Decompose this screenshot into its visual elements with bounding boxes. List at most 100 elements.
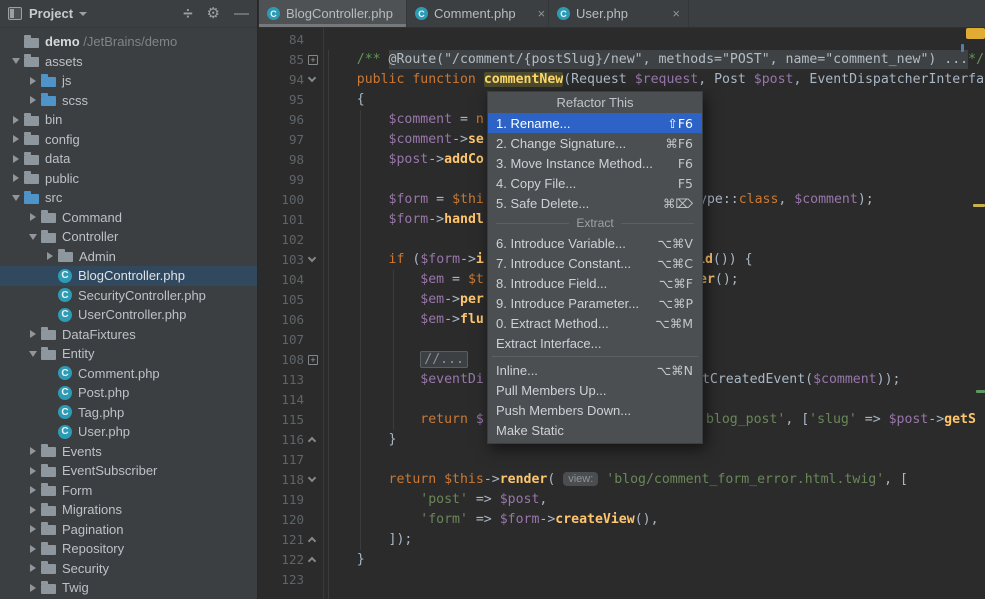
tab-comment-php[interactable]: C Comment.php ×	[407, 0, 549, 27]
code-line-122[interactable]: }	[325, 550, 985, 570]
chevron-right-icon[interactable]	[42, 252, 58, 261]
menu-item-extract-interface[interactable]: Extract Interface...	[488, 333, 702, 353]
fold-icon[interactable]	[307, 253, 317, 263]
tree-item-demo[interactable]: demo /JetBrains/demo	[0, 32, 257, 52]
tab-user-php[interactable]: C User.php ×	[549, 0, 689, 27]
tree-item-bin[interactable]: bin	[0, 110, 257, 130]
chevron-right-icon[interactable]	[25, 330, 41, 339]
tree-item-usercontroller-php[interactable]: C UserController.php	[0, 305, 257, 325]
tree-item-securitycontroller-php[interactable]: C SecurityController.php	[0, 286, 257, 306]
chevron-down-icon[interactable]	[8, 58, 24, 65]
chevron-right-icon[interactable]	[25, 486, 41, 495]
chevron-right-icon[interactable]	[25, 505, 41, 514]
tree-item-tag-php[interactable]: C Tag.php	[0, 403, 257, 423]
inspections-widget[interactable]	[966, 28, 985, 39]
menu-item-2-change-signature[interactable]: 2. Change Signature... ⌘F6	[488, 133, 702, 153]
chevron-right-icon[interactable]	[25, 213, 41, 222]
gear-icon[interactable]: ⚙	[207, 6, 220, 21]
code-line-118[interactable]: return $this->render( view: 'blog/commen…	[325, 470, 985, 490]
tree-item-twig[interactable]: Twig	[0, 578, 257, 598]
code-line-117[interactable]	[325, 450, 985, 470]
code-line-85[interactable]: /** @Route("/comment/{postSlug}/new", me…	[325, 50, 985, 70]
chevron-right-icon[interactable]	[25, 447, 41, 456]
chevron-right-icon[interactable]	[25, 564, 41, 573]
code-line-123[interactable]	[325, 570, 985, 590]
fold-icon[interactable]	[307, 473, 317, 483]
code-line-84[interactable]	[325, 30, 985, 50]
tree-item-admin[interactable]: Admin	[0, 247, 257, 267]
chevron-down-icon[interactable]	[8, 194, 24, 201]
chevron-right-icon[interactable]	[25, 525, 41, 534]
menu-item-9-introduce-parameter[interactable]: 9. Introduce Parameter... ⌥⌘P	[488, 293, 702, 313]
minimize-icon[interactable]: —	[234, 6, 249, 21]
chevron-right-icon[interactable]	[8, 154, 24, 163]
fold-icon[interactable]	[307, 556, 317, 566]
code-token: ->	[428, 152, 445, 167]
code-line-121[interactable]: ]);	[325, 530, 985, 550]
close-icon[interactable]: ×	[650, 6, 680, 21]
menu-item-push-members-down[interactable]: Push Members Down...	[488, 400, 702, 420]
menu-item-7-introduce-constant[interactable]: 7. Introduce Constant... ⌥⌘C	[488, 253, 702, 273]
code-line-119[interactable]: 'post' => $post,	[325, 490, 985, 510]
chevron-down-icon[interactable]	[79, 11, 88, 16]
menu-item-make-static[interactable]: Make Static	[488, 420, 702, 440]
menu-item-inline[interactable]: Inline... ⌥⌘N	[488, 360, 702, 380]
tree-item-entity[interactable]: Entity	[0, 344, 257, 364]
tree-item-assets[interactable]: assets	[0, 52, 257, 72]
tree-item-command[interactable]: Command	[0, 208, 257, 228]
tree-item-post-php[interactable]: C Post.php	[0, 383, 257, 403]
tree-item-pagination[interactable]: Pagination	[0, 520, 257, 540]
tree-item-data[interactable]: data	[0, 149, 257, 169]
chevron-right-icon[interactable]	[8, 115, 24, 124]
chevron-right-icon[interactable]	[25, 96, 41, 105]
fold-icon[interactable]	[307, 536, 317, 546]
chevron-right-icon[interactable]	[25, 76, 41, 85]
menu-item-4-copy-file[interactable]: 4. Copy File... F5	[488, 173, 702, 193]
project-panel-title[interactable]: Project	[29, 6, 73, 21]
chevron-right-icon[interactable]	[8, 135, 24, 144]
chevron-down-icon[interactable]	[25, 350, 41, 357]
menu-item-3-move-instance-method[interactable]: 3. Move Instance Method... F6	[488, 153, 702, 173]
code-line-120[interactable]: 'form' => $form->createView(),	[325, 510, 985, 530]
tree-item-comment-php[interactable]: C Comment.php	[0, 364, 257, 384]
tree-item-blogcontroller-php[interactable]: C BlogController.php	[0, 266, 257, 286]
fold-icon[interactable]: +	[308, 55, 318, 65]
menu-item-5-safe-delete[interactable]: 5. Safe Delete... ⌘⌦	[488, 193, 702, 213]
menu-item-pull-members-up[interactable]: Pull Members Up...	[488, 380, 702, 400]
menu-item-1-rename[interactable]: 1. Rename... ⇧F6	[488, 113, 702, 133]
tree-item-src[interactable]: src	[0, 188, 257, 208]
tree-item-migrations[interactable]: Migrations	[0, 500, 257, 520]
code-line-94[interactable]: public function commentNew(Request $requ…	[325, 70, 985, 90]
tree-item-public[interactable]: public	[0, 169, 257, 189]
chevron-right-icon[interactable]	[25, 466, 41, 475]
fold-icon[interactable]	[307, 73, 317, 83]
code-token: handl	[444, 212, 484, 227]
divider-icon[interactable]: ÷	[183, 5, 192, 22]
tree-item-events[interactable]: Events	[0, 442, 257, 462]
menu-item-0-extract-method[interactable]: 0. Extract Method... ⌥⌘M	[488, 313, 702, 333]
tree-item-eventsubscriber[interactable]: EventSubscriber	[0, 461, 257, 481]
tree-item-user-php[interactable]: C User.php	[0, 422, 257, 442]
chevron-down-icon[interactable]	[25, 233, 41, 240]
chevron-right-icon[interactable]	[25, 583, 41, 592]
code-token: class	[738, 192, 779, 207]
tree-item-scss[interactable]: scss	[0, 91, 257, 111]
tree-item-controller[interactable]: Controller	[0, 227, 257, 247]
tree-item-js[interactable]: js	[0, 71, 257, 91]
menu-item-8-introduce-field[interactable]: 8. Introduce Field... ⌥⌘F	[488, 273, 702, 293]
close-icon[interactable]: ×	[516, 6, 546, 21]
fold-icon[interactable]	[307, 436, 317, 446]
tree-item-datafixtures[interactable]: DataFixtures	[0, 325, 257, 345]
tree-item-security[interactable]: Security	[0, 559, 257, 579]
tree-item-repository[interactable]: Repository	[0, 539, 257, 559]
chevron-right-icon[interactable]	[25, 544, 41, 553]
code-token: $thi	[452, 192, 484, 207]
chevron-right-icon[interactable]	[8, 174, 24, 183]
code-fragment-right: 'blog_post', ['slug' => $post->getS	[698, 410, 976, 430]
tree-item-form[interactable]: Form	[0, 481, 257, 501]
menu-item-6-introduce-variable[interactable]: 6. Introduce Variable... ⌥⌘V	[488, 233, 702, 253]
tree-item-config[interactable]: config	[0, 130, 257, 150]
fold-icon[interactable]: +	[308, 355, 318, 365]
tab-blogcontroller-php[interactable]: CBlogController.php×	[259, 0, 423, 27]
